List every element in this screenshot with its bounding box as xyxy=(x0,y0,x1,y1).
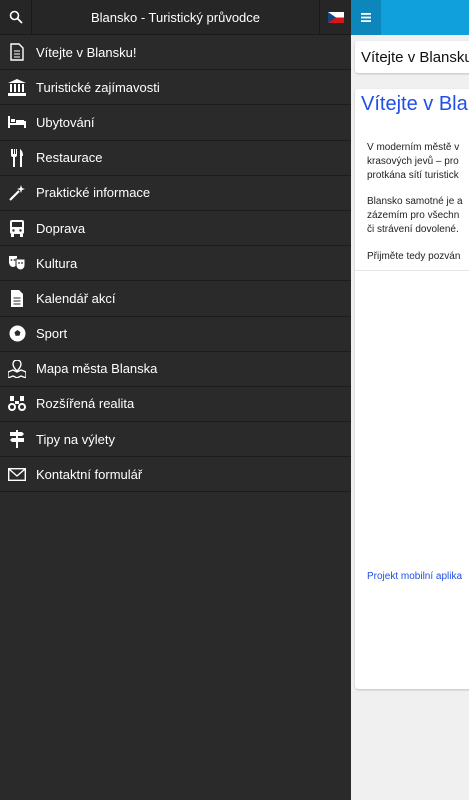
menu-item-ubytovani[interactable]: Ubytování xyxy=(0,105,351,141)
theater-masks-icon xyxy=(7,253,27,273)
menu-item-label: Kultura xyxy=(36,255,78,271)
content-heading: Vítejte v Blansku xyxy=(361,93,469,115)
calendar-document-icon xyxy=(7,288,27,308)
menu-item-label: Vítejte v Blansku! xyxy=(36,44,137,60)
bed-icon xyxy=(7,112,27,132)
main-panel: Vítejte v Blansku! Vítejte v Blansku V m… xyxy=(351,0,469,800)
menu-item-label: Restaurace xyxy=(36,150,103,166)
menu-item-label: Sport xyxy=(36,326,68,342)
menu-item-label: Doprava xyxy=(36,220,86,236)
paragraph-line: Blansko samotné je a xyxy=(367,196,463,207)
paragraph-line: V moderním městě v xyxy=(367,142,460,153)
document-icon xyxy=(7,42,27,62)
soccer-ball-icon xyxy=(7,324,27,344)
menu-item-label: Rozšířená realita xyxy=(36,396,135,412)
menu-item-sport[interactable]: Sport xyxy=(0,317,351,352)
page-title-card: Vítejte v Blansku! xyxy=(355,41,469,73)
paragraph-line: Přijměte tedy pozván xyxy=(367,251,461,262)
bus-icon xyxy=(7,218,27,238)
menu-item-mapa[interactable]: Mapa města Blanska xyxy=(0,352,351,387)
envelope-icon xyxy=(7,464,27,484)
paragraph-line: či strávení dovolené. xyxy=(367,224,459,235)
menu-item-label: Tipy na výlety xyxy=(36,431,115,447)
binoculars-icon xyxy=(7,394,27,414)
hamburger-icon xyxy=(361,13,371,22)
menu-item-label: Praktické informace xyxy=(36,185,151,201)
menu-item-vitejte[interactable]: Vítejte v Blansku! xyxy=(0,35,351,71)
menu-item-kontaktni-formular[interactable]: Kontaktní formulář xyxy=(0,457,351,493)
menu-item-kalendar[interactable]: Kalendář akcí xyxy=(0,281,351,317)
menu-item-tipy-na-vylety[interactable]: Tipy na výlety xyxy=(0,422,351,458)
signpost-icon xyxy=(7,429,27,449)
paragraph-line: krasových jevů – pro xyxy=(367,156,459,167)
drawer-menu: Vítejte v Blansku! Turistické zajímavost… xyxy=(0,35,351,493)
menu-item-prakticke-informace[interactable]: Praktické informace xyxy=(0,176,351,211)
menu-item-label: Turistické zajímavosti xyxy=(36,79,160,95)
top-app-bar xyxy=(351,0,469,35)
menu-item-zajimavosti[interactable]: Turistické zajímavosti xyxy=(0,70,351,106)
project-link[interactable]: Projekt mobilní aplika xyxy=(367,571,462,582)
navigation-drawer: Blansko - Turistický průvodce Vítejte v … xyxy=(0,0,351,800)
paragraph-line: zázemím pro všechn xyxy=(367,210,460,221)
museum-icon xyxy=(7,77,27,97)
menu-item-rozsirena-realita[interactable]: Rozšířená realita xyxy=(0,387,351,423)
drawer-header: Blansko - Turistický průvodce xyxy=(0,0,351,35)
menu-item-label: Mapa města Blanska xyxy=(36,361,158,377)
menu-item-label: Kalendář akcí xyxy=(36,290,116,306)
cutlery-icon xyxy=(7,148,27,168)
menu-item-kultura[interactable]: Kultura xyxy=(0,246,351,282)
paragraph-line: protkána sítí turistick xyxy=(367,170,459,181)
content-divider xyxy=(355,270,469,271)
map-icon xyxy=(7,359,27,379)
search-button[interactable] xyxy=(0,0,32,35)
menu-item-label: Ubytování xyxy=(36,114,95,130)
search-icon xyxy=(9,10,23,24)
app-title: Blansko - Turistický průvodce xyxy=(90,9,261,25)
menu-item-doprava[interactable]: Doprava xyxy=(0,211,351,247)
language-button[interactable] xyxy=(319,0,351,35)
menu-item-restaurace[interactable]: Restaurace xyxy=(0,141,351,176)
czech-flag-icon xyxy=(327,11,344,23)
menu-item-label: Kontaktní formulář xyxy=(36,466,143,482)
content-card: Vítejte v Blansku V moderním městě v kra… xyxy=(355,89,469,689)
menu-toggle-button[interactable] xyxy=(351,0,381,35)
magic-wand-icon xyxy=(7,183,27,203)
